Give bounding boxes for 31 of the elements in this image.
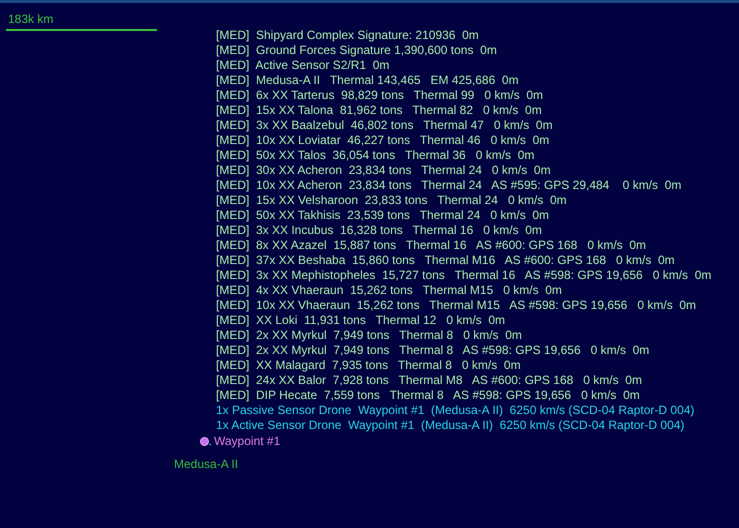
contact-label: [MED] 2x XX Myrkul 7,949 tons Thermal 8 0 km/s 0m [216, 328, 523, 343]
contact-label: [MED] 2x XX Myrkul 7,949 tons Thermal 8 AS #598: GPS 19,656 0 km/s 0m [216, 343, 650, 358]
contact-label: [MED] 15x XX Velsharoon 23,833 tons Thermal 24 0 km/s 0m [216, 193, 568, 208]
contact-label: [MED] 3x XX Baalzebul 46,802 tons Thermal 47 0 km/s 0m [216, 118, 554, 133]
contact-label: [MED] 10x XX Vhaeraun 15,262 tons Thermal M15 AS #598: GPS 19,656 0 km/s 0m [216, 298, 698, 313]
contact-label: [MED] 10x XX Loviatar 46,227 tons Thermal 46 0 km/s 0m [216, 133, 550, 148]
contact-label: [MED] 50x XX Talos 36,054 tons Thermal 36 0 km/s 0m [216, 148, 536, 163]
contact-label: [MED] 24x XX Balor 7,928 tons Thermal M8 AS #600: GPS 168 0 km/s 0m [216, 373, 643, 388]
contact-label: [MED] DIP Hecate 7,559 tons Thermal 8 AS #598: GPS 19,656 0 km/s 0m [216, 388, 641, 403]
contact-label: [MED] 37x XX Beshaba 15,860 tons Thermal M16 AS #600: GPS 168 0 km/s 0m [216, 253, 676, 268]
waypoint-icon [200, 437, 212, 446]
contact-label: [MED] 50x XX Takhisis 23,539 tons Thermal 24 0 km/s 0m [216, 208, 550, 223]
waypoint-label: Waypoint #1 [214, 434, 280, 449]
contact-label: [MED] 8x XX Azazel 15,887 tons Thermal 16 AS #600: GPS 168 0 km/s 0m [216, 238, 647, 253]
contact-label: [MED] Ground Forces Signature 1,390,600 tons 0m [216, 43, 498, 58]
contact-label: [MED] 10x XX Acheron 23,834 tons Thermal 24 AS #595: GPS 29,484 0 km/s 0m [216, 178, 682, 193]
contact-label: [MED] XX Loki 11,931 tons Thermal 12 0 km/s 0m [216, 313, 506, 328]
contact-label: [MED] 3x XX Mephistopheles 15,727 tons Thermal 16 AS #598: GPS 19,656 0 km/s 0m [216, 268, 712, 283]
contact-label: [MED] 15x XX Talona 81,962 tons Thermal 82 0 km/s 0m [216, 103, 543, 118]
contact-label: [MED] 6x XX Tarterus 98,829 tons Thermal 99 0 km/s 0m [216, 88, 544, 103]
contact-label: [MED] 4x XX Vhaeraun 15,262 tons Thermal M15 0 km/s 0m [216, 283, 563, 298]
contact-label: [MED] 3x XX Incubus 16,328 tons Thermal 16 0 km/s 0m [216, 223, 543, 238]
contact-label: [MED] Active Sensor S2/R1 0m [216, 58, 390, 73]
contact-label: 1x Passive Sensor Drone Waypoint #1 (Medusa-A II) 6250 km/s (SCD-04 Raptor-D 004) [216, 403, 696, 418]
scale-label: 183k km [7, 12, 54, 27]
contact-label: [MED] 30x XX Acheron 23,834 tons Thermal 24 0 km/s 0m [216, 163, 552, 178]
body-label: Medusa-A II [173, 457, 240, 472]
contact-label: [MED] Medusa-A II Thermal 143,465 EM 425,686 0m [216, 73, 520, 88]
contact-label: [MED] XX Malagard 7,935 tons Thermal 8 0 km/s 0m [216, 358, 522, 373]
contact-label: [MED] Shipyard Complex Signature: 210936 0m [216, 28, 480, 43]
contact-label: 1x Active Sensor Drone Waypoint #1 (Medusa-A II) 6250 km/s (SCD-04 Raptor-D 004) [216, 418, 686, 433]
